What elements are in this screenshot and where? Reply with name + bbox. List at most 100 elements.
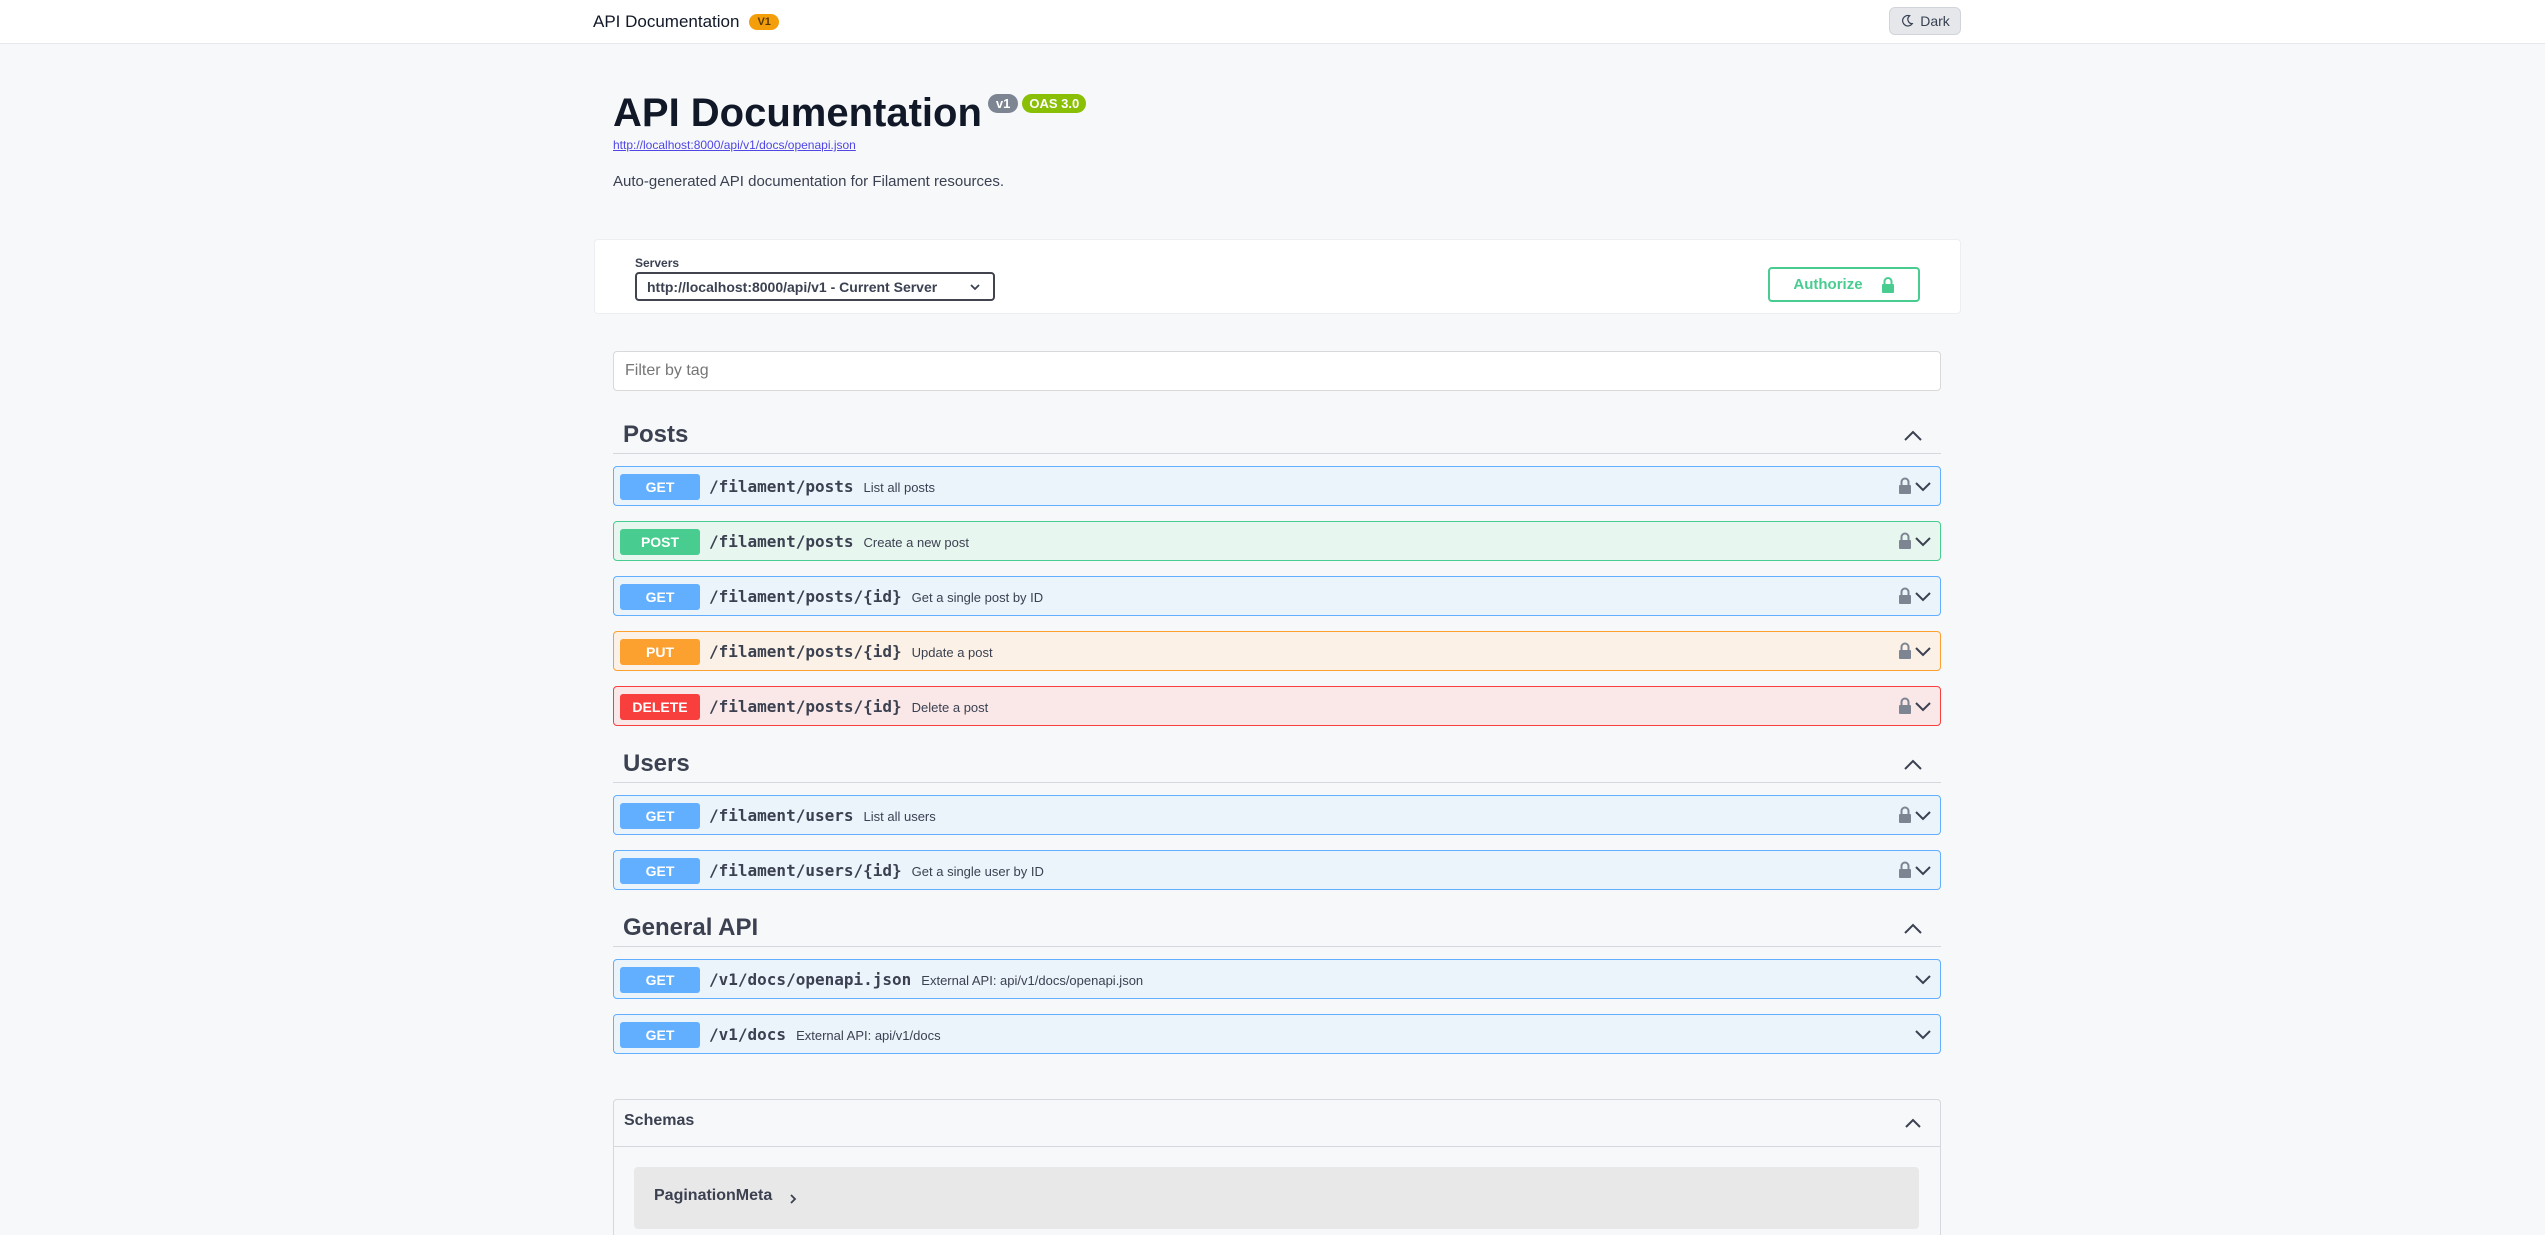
- schemas-title: Schemas: [624, 1112, 695, 1129]
- operation-path-row: /filament/posts List all posts: [709, 477, 935, 496]
- operation-path: /v1/docs: [709, 1025, 787, 1044]
- scheme-container: Servers http://localhost:8000/api/v1 - C…: [594, 239, 1961, 314]
- operation-path: /filament/posts/{id}: [709, 587, 902, 606]
- schema-name: PaginationMeta: [654, 1187, 773, 1204]
- lock-icon[interactable]: [1898, 806, 1912, 824]
- schemas-section: Schemas PaginationMeta: [613, 1099, 1941, 1235]
- operation-summary: List all users: [863, 809, 936, 824]
- method-badge: GET: [620, 584, 700, 610]
- brand: API Documentation V1: [593, 12, 779, 32]
- brand-title: API Documentation: [593, 12, 740, 31]
- chevron-up-icon: [1904, 759, 1922, 770]
- dark-mode-button[interactable]: Dark: [1889, 7, 1961, 35]
- chevron-down-icon: [1915, 975, 1931, 985]
- operation-path-row: /v1/docs/openapi.json External API: api/v…: [709, 970, 1143, 989]
- chevron-up-icon: [1904, 430, 1922, 441]
- operation-path-row: /filament/posts/{id} Get a single post by…: [709, 587, 1043, 606]
- filter-by-tag-input[interactable]: [613, 351, 1941, 391]
- api-description: Auto-generated API documentation for Fil…: [613, 173, 1005, 190]
- chevron-down-icon: [970, 284, 980, 291]
- server-select[interactable]: http://localhost:8000/api/v1 - Current S…: [635, 272, 995, 301]
- authorize-button[interactable]: Authorize: [1768, 267, 1920, 302]
- lock-icon: [1881, 276, 1894, 293]
- operation-summary: Get a single post by ID: [911, 590, 1044, 605]
- page-title: API Documentation: [613, 91, 982, 135]
- authorize-label: Authorize: [1793, 276, 1863, 293]
- operation-summary: External API: api/v1/docs: [796, 1028, 941, 1043]
- operation-path: /filament/posts/{id}: [709, 697, 902, 716]
- tag-name: Posts: [623, 421, 689, 448]
- operation-path: /filament/posts: [709, 532, 854, 551]
- operation-summary: Create a new post: [863, 535, 970, 550]
- operation-summary: Get a single user by ID: [911, 864, 1044, 879]
- method-badge: PUT: [620, 639, 700, 665]
- operation-path-row: /filament/posts Create a new post: [709, 532, 969, 551]
- lock-icon[interactable]: [1898, 861, 1912, 879]
- tag-posts[interactable]: Posts: [613, 414, 1941, 454]
- chevron-down-icon: [1915, 592, 1931, 602]
- chevron-down-icon: [1915, 537, 1931, 547]
- spec-url-link[interactable]: http://localhost:8000/api/v1/docs/openap…: [613, 138, 856, 152]
- method-badge: GET: [620, 858, 700, 884]
- operation-get-users[interactable]: GET /filament/users List all users: [613, 795, 1941, 835]
- operation-post-posts[interactable]: POST /filament/posts Create a new post: [613, 521, 1941, 561]
- moon-icon: [1902, 14, 1914, 27]
- top-bar: API Documentation V1 Dark: [0, 0, 2545, 44]
- schema-item[interactable]: PaginationMeta: [634, 1167, 1919, 1229]
- schemas-header[interactable]: Schemas: [614, 1100, 1940, 1147]
- tag-name: Users: [623, 750, 690, 777]
- method-badge: GET: [620, 474, 700, 500]
- operation-summary: External API: api/v1/docs/openapi.json: [921, 973, 1144, 988]
- oas-version-badge: OAS 3.0: [1022, 94, 1087, 113]
- operation-path: /filament/posts: [709, 477, 854, 496]
- operation-get-docs[interactable]: GET /v1/docs External API: api/v1/docs: [613, 1014, 1941, 1054]
- tag-name: General API: [623, 914, 759, 941]
- tag-general-api[interactable]: General API: [613, 907, 1941, 947]
- lock-icon[interactable]: [1898, 697, 1912, 715]
- operation-path: /filament/posts/{id}: [709, 642, 902, 661]
- version-badge: V1: [749, 14, 779, 30]
- operation-path-row: /v1/docs External API: api/v1/docs: [709, 1025, 941, 1044]
- method-badge: GET: [620, 803, 700, 829]
- operation-get-posts[interactable]: GET /filament/posts List all posts: [613, 466, 1941, 506]
- server-select-value: http://localhost:8000/api/v1 - Current S…: [647, 278, 938, 295]
- operation-path-row: /filament/posts/{id} Update a post: [709, 642, 993, 661]
- operation-get-post-by-id[interactable]: GET /filament/posts/{id} Get a single pos…: [613, 576, 1941, 616]
- chevron-up-icon: [1904, 923, 1922, 934]
- operation-summary: List all posts: [863, 480, 936, 495]
- operation-path-row: /filament/users/{id} Get a single user by…: [709, 861, 1044, 880]
- operation-path: /v1/docs/openapi.json: [709, 970, 912, 989]
- chevron-up-icon: [1905, 1118, 1921, 1128]
- lock-icon[interactable]: [1898, 477, 1912, 495]
- operation-delete-post[interactable]: DELETE /filament/posts/{id} Delete a post: [613, 686, 1941, 726]
- chevron-down-icon: [1915, 811, 1931, 821]
- method-badge: DELETE: [620, 694, 700, 720]
- dark-mode-label: Dark: [1920, 13, 1950, 29]
- api-version-badge: v1: [987, 94, 1019, 113]
- tag-users[interactable]: Users: [613, 743, 1941, 783]
- chevron-right-icon: [790, 1194, 797, 1204]
- operation-path-row: /filament/users List all users: [709, 806, 936, 825]
- info-badges: v1 OAS 3.0: [987, 94, 1087, 113]
- chevron-down-icon: [1915, 482, 1931, 492]
- operation-path: /filament/users: [709, 806, 854, 825]
- servers-label: Servers: [635, 256, 680, 270]
- chevron-down-icon: [1915, 1030, 1931, 1040]
- method-badge: GET: [620, 1022, 700, 1048]
- operation-summary: Delete a post: [911, 700, 989, 715]
- chevron-down-icon: [1915, 647, 1931, 657]
- method-badge: POST: [620, 529, 700, 555]
- operation-summary: Update a post: [911, 645, 993, 660]
- chevron-down-icon: [1915, 866, 1931, 876]
- operation-path: /filament/users/{id}: [709, 861, 902, 880]
- lock-icon[interactable]: [1898, 587, 1912, 605]
- operation-get-user-by-id[interactable]: GET /filament/users/{id} Get a single use…: [613, 850, 1941, 890]
- operation-put-post[interactable]: PUT /filament/posts/{id} Update a post: [613, 631, 1941, 671]
- operation-path-row: /filament/posts/{id} Delete a post: [709, 697, 988, 716]
- lock-icon[interactable]: [1898, 532, 1912, 550]
- chevron-down-icon: [1915, 702, 1931, 712]
- lock-icon[interactable]: [1898, 642, 1912, 660]
- method-badge: GET: [620, 967, 700, 993]
- operation-get-openapi-json[interactable]: GET /v1/docs/openapi.json External API: a…: [613, 959, 1941, 999]
- info-title-row: API Documentation v1 OAS 3.0: [613, 88, 1087, 138]
